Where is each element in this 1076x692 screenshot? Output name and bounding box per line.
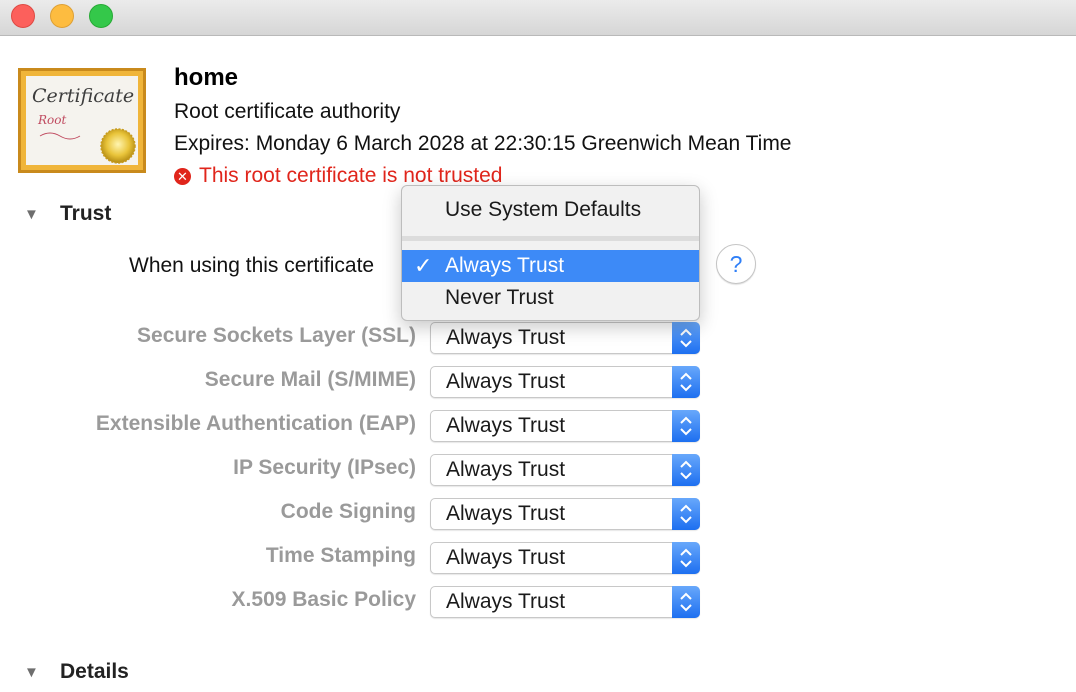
trust-row-label: Secure Mail (S/MIME) (204, 368, 416, 391)
certificate-icon: Certificate Root (18, 68, 146, 173)
menu-item-never-trust[interactable]: Never Trust (402, 282, 699, 314)
close-window-button[interactable] (11, 4, 35, 28)
menu-item-label: Never Trust (445, 286, 554, 309)
chevron-up-down-icon (672, 322, 700, 354)
minimize-window-button[interactable] (50, 4, 74, 28)
trust-policy-popup[interactable]: Always Trust (430, 454, 700, 486)
trust-row-label: Code Signing (280, 500, 416, 523)
trust-row-label: X.509 Basic Policy (231, 588, 416, 611)
chevron-up-down-icon (672, 498, 700, 530)
certificate-kind: Root certificate authority (174, 100, 401, 123)
trust-row-label: Time Stamping (265, 544, 416, 567)
certificate-expiry: Expires: Monday 6 March 2028 at 22:30:15… (174, 132, 792, 155)
details-section-title[interactable]: Details (60, 660, 129, 684)
error-icon: ✕ (174, 167, 191, 185)
zoom-window-button[interactable] (89, 4, 113, 28)
certificate-name: home (174, 64, 239, 91)
menu-item-always-trust[interactable]: ✓ Always Trust (402, 250, 699, 282)
menu-item-label: Use System Defaults (445, 198, 642, 221)
chevron-up-down-icon (672, 586, 700, 618)
certificate-icon-title: Certificate (32, 85, 134, 107)
trust-row-label: IP Security (IPsec) (233, 456, 416, 479)
menu-item-use-system-defaults[interactable]: Use System Defaults (402, 194, 699, 226)
trust-policy-value: Always Trust (446, 414, 566, 437)
trust-section-title[interactable]: Trust (60, 202, 111, 226)
certificate-detail-panel: Certificate Root home Root certificate a… (0, 36, 1076, 692)
trust-policy-value: Always Trust (446, 370, 566, 393)
chevron-up-down-icon (672, 410, 700, 442)
menu-separator (402, 236, 699, 241)
trust-row-label: Extensible Authentication (EAP) (95, 412, 416, 435)
trust-policy-value: Always Trust (446, 590, 566, 613)
trust-policy-value: Always Trust (446, 326, 566, 349)
trust-row-label: Secure Sockets Layer (SSL) (137, 324, 416, 347)
when-using-label: When using this certificate (129, 254, 375, 277)
trust-policy-value: Always Trust (446, 546, 566, 569)
trust-policy-popup[interactable]: Always Trust (430, 586, 700, 618)
trust-policy-popup[interactable]: Always Trust (430, 410, 700, 442)
trust-policy-value: Always Trust (446, 502, 566, 525)
when-using-dropdown-menu: Use System Defaults ✓ Always Trust Never… (401, 185, 700, 321)
trust-policy-popup[interactable]: Always Trust (430, 542, 700, 574)
trust-policy-popup[interactable]: Always Trust (430, 366, 700, 398)
checkmark-icon: ✓ (414, 253, 433, 278)
chevron-up-down-icon (672, 454, 700, 486)
chevron-up-down-icon (672, 366, 700, 398)
trust-policy-value: Always Trust (446, 458, 566, 481)
certificate-icon-subtitle: Root (37, 113, 66, 127)
help-button[interactable]: ? (716, 244, 756, 284)
trust-disclosure-triangle-icon[interactable]: ▼ (24, 206, 39, 223)
trust-policy-popup[interactable]: Always Trust (430, 322, 700, 354)
window-titlebar (0, 0, 1076, 36)
chevron-up-down-icon (672, 542, 700, 574)
trust-policy-popup[interactable]: Always Trust (430, 498, 700, 530)
details-disclosure-triangle-icon[interactable]: ▼ (24, 664, 39, 681)
menu-item-label: Always Trust (445, 254, 565, 277)
